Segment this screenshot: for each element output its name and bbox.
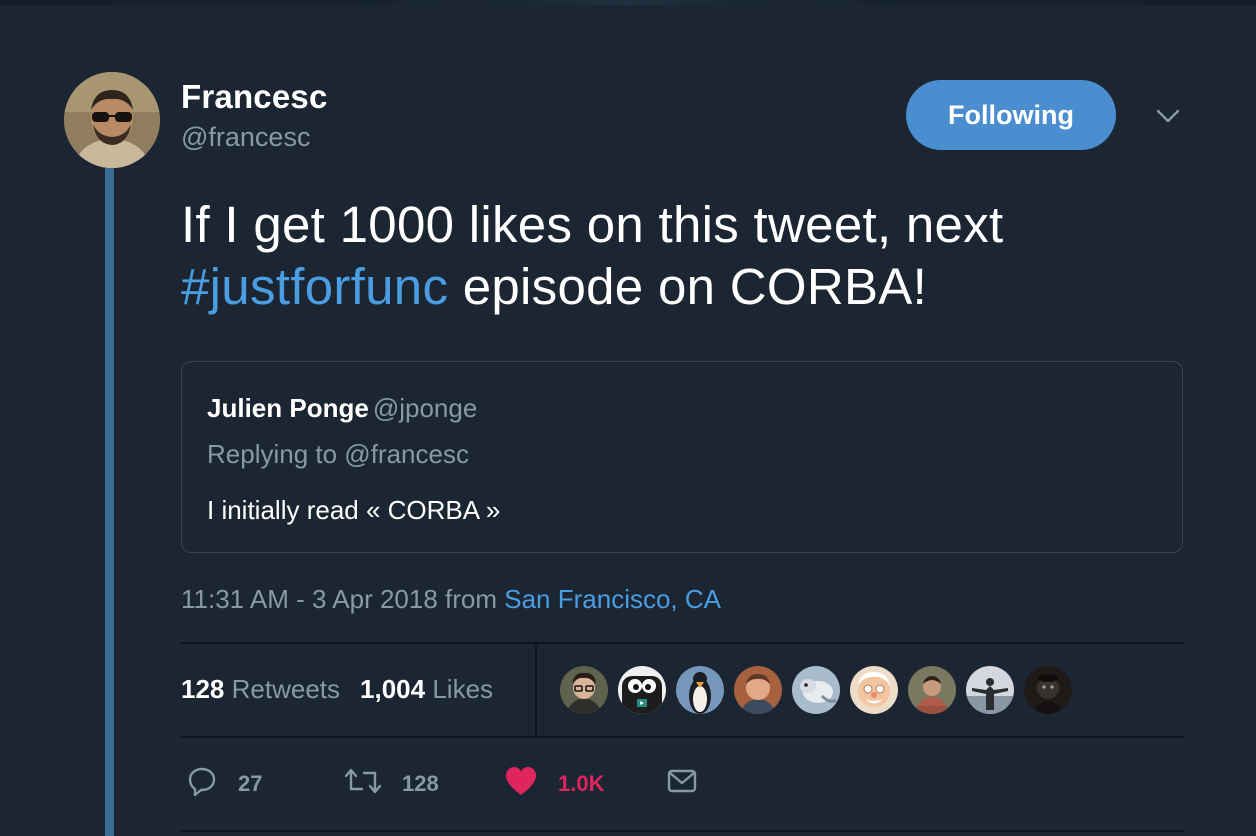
liker-avatar-1[interactable] <box>560 666 608 714</box>
likes-count: 1,004 <box>360 674 426 704</box>
thread-line <box>105 168 114 836</box>
heart-icon <box>504 765 538 802</box>
quoted-author-name: Julien Ponge <box>207 393 369 423</box>
author-display-name[interactable]: Francesc <box>181 78 328 116</box>
likes-stat[interactable]: 1,004 Likes <box>360 674 493 705</box>
quoted-tweet-text: I initially read « CORBA » <box>207 495 501 525</box>
liker-avatar-7[interactable] <box>908 666 956 714</box>
likes-label: Likes <box>432 674 494 704</box>
retweet-count: 128 <box>402 770 439 796</box>
stats-vertical-divider <box>535 643 537 737</box>
like-count: 1.0K <box>558 770 605 796</box>
liker-avatar-6[interactable] <box>850 666 898 714</box>
liker-avatar-5[interactable] <box>792 666 840 714</box>
quoted-tweet-card[interactable]: Julien Ponge @jponge Replying to @frances… <box>181 361 1183 553</box>
hashtag-link[interactable]: #justforfunc <box>181 258 448 315</box>
next-card-edge <box>181 830 1184 836</box>
liker-avatar-8[interactable] <box>966 666 1014 714</box>
reply-count: 27 <box>238 770 263 796</box>
tweet-text-after: episode on CORBA! <box>448 258 928 315</box>
envelope-icon <box>666 765 698 802</box>
like-action[interactable]: 1.0K <box>504 765 604 802</box>
tweet-timestamp[interactable]: 11:31 AM - 3 Apr 2018 from <box>181 584 504 614</box>
retweets-label: Retweets <box>231 674 341 704</box>
liker-avatar-4[interactable] <box>734 666 782 714</box>
reply-action[interactable]: 27 <box>186 765 262 802</box>
stats-top-divider <box>181 642 1184 644</box>
retweet-action[interactable]: 128 <box>344 765 439 802</box>
retweet-icon <box>344 765 382 802</box>
engagement-stats: 128 Retweets 1,004 Likes <box>181 674 493 705</box>
liker-avatars <box>560 666 1072 714</box>
tweet-text-before: If I get 1000 likes on this tweet, next <box>181 196 1004 253</box>
following-button[interactable]: Following <box>906 80 1116 150</box>
liker-avatar-9[interactable] <box>1024 666 1072 714</box>
tweet-text: If I get 1000 likes on this tweet, next … <box>181 194 1191 318</box>
retweets-stat[interactable]: 128 Retweets <box>181 674 340 705</box>
liker-avatar-2[interactable] <box>618 666 666 714</box>
liker-avatar-3[interactable] <box>676 666 724 714</box>
tweet-location-link[interactable]: San Francisco, CA <box>504 584 721 614</box>
retweets-count: 128 <box>181 674 225 704</box>
author-avatar[interactable] <box>64 72 160 168</box>
quoted-author: Julien Ponge @jponge <box>207 393 477 424</box>
direct-message-action[interactable] <box>666 765 698 802</box>
reply-icon <box>186 765 218 802</box>
quoted-replying-to: Replying to @francesc <box>207 439 469 469</box>
chevron-down-icon[interactable] <box>1154 106 1182 126</box>
quoted-author-handle: @jponge <box>372 393 478 423</box>
top-strip <box>0 0 1256 5</box>
stats-bottom-divider <box>181 736 1184 738</box>
tweet-metadata: 11:31 AM - 3 Apr 2018 from San Francisco… <box>181 584 721 615</box>
author-handle[interactable]: @francesc <box>181 122 310 153</box>
